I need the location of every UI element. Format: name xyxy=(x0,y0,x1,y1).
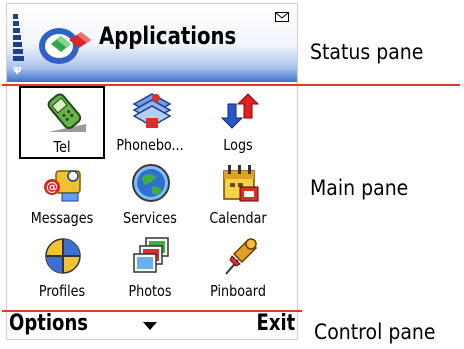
grid-item-tel[interactable]: Tel xyxy=(19,86,105,159)
photos-icon xyxy=(133,237,169,273)
logs-icon xyxy=(220,93,260,129)
main-pane: Tel Phonebo... Logs @ Messages Services … xyxy=(7,82,297,309)
status-pane: Ψ Applications xyxy=(7,4,297,82)
grid-item-phonebook[interactable]: Phonebo... xyxy=(107,86,193,159)
applications-logo-icon xyxy=(39,28,91,64)
grid-item-label: Logs xyxy=(223,136,253,154)
status-main-separator xyxy=(2,84,460,86)
grid-item-logs[interactable]: Logs xyxy=(195,86,281,159)
svg-text:@: @ xyxy=(46,180,58,194)
signal-strength-icon xyxy=(13,14,27,66)
messages-icon: @ xyxy=(44,170,81,202)
grid-item-label: Phonebo... xyxy=(116,136,184,154)
grid-item-label: Pinboard xyxy=(210,282,266,300)
calendar-icon xyxy=(223,165,259,202)
main-pane-annotation: Main pane xyxy=(310,176,409,200)
phone-screen: Ψ Applications Tel Phonebo... Logs @ Mes… xyxy=(6,3,298,340)
grid-item-pinboard[interactable]: Pinboard xyxy=(195,232,281,305)
antenna-icon: Ψ xyxy=(13,66,22,77)
grid-item-label: Photos xyxy=(128,282,172,300)
globe-icon xyxy=(132,164,170,202)
app-title: Applications xyxy=(99,22,237,50)
grid-item-services[interactable]: Services xyxy=(107,159,193,232)
new-message-indicator-icon xyxy=(275,12,289,22)
grid-item-label: Tel xyxy=(53,138,71,156)
grid-item-calendar[interactable]: Calendar xyxy=(195,159,281,232)
grid-item-messages[interactable]: @ Messages xyxy=(19,159,105,232)
exit-softkey[interactable]: Exit xyxy=(256,311,295,336)
main-control-separator xyxy=(2,310,302,312)
grid-item-label: Messages xyxy=(30,209,94,227)
control-pane-annotation: Control pane xyxy=(314,320,436,344)
control-pane: Options Exit xyxy=(7,309,297,339)
grid-item-label: Calendar xyxy=(209,209,267,227)
grid-item-photos[interactable]: Photos xyxy=(107,232,193,305)
phone-icon xyxy=(47,93,86,132)
grid-item-profiles[interactable]: Profiles xyxy=(19,232,105,305)
options-softkey[interactable]: Options xyxy=(9,311,88,336)
grid-item-label: Profiles xyxy=(38,282,86,300)
phonebook-icon xyxy=(132,93,172,128)
status-pane-annotation: Status pane xyxy=(310,40,424,64)
grid-item-label: Services xyxy=(123,209,177,227)
pushpin-icon xyxy=(225,238,258,275)
profiles-icon xyxy=(45,238,81,274)
scroll-down-arrow-icon xyxy=(143,322,157,330)
